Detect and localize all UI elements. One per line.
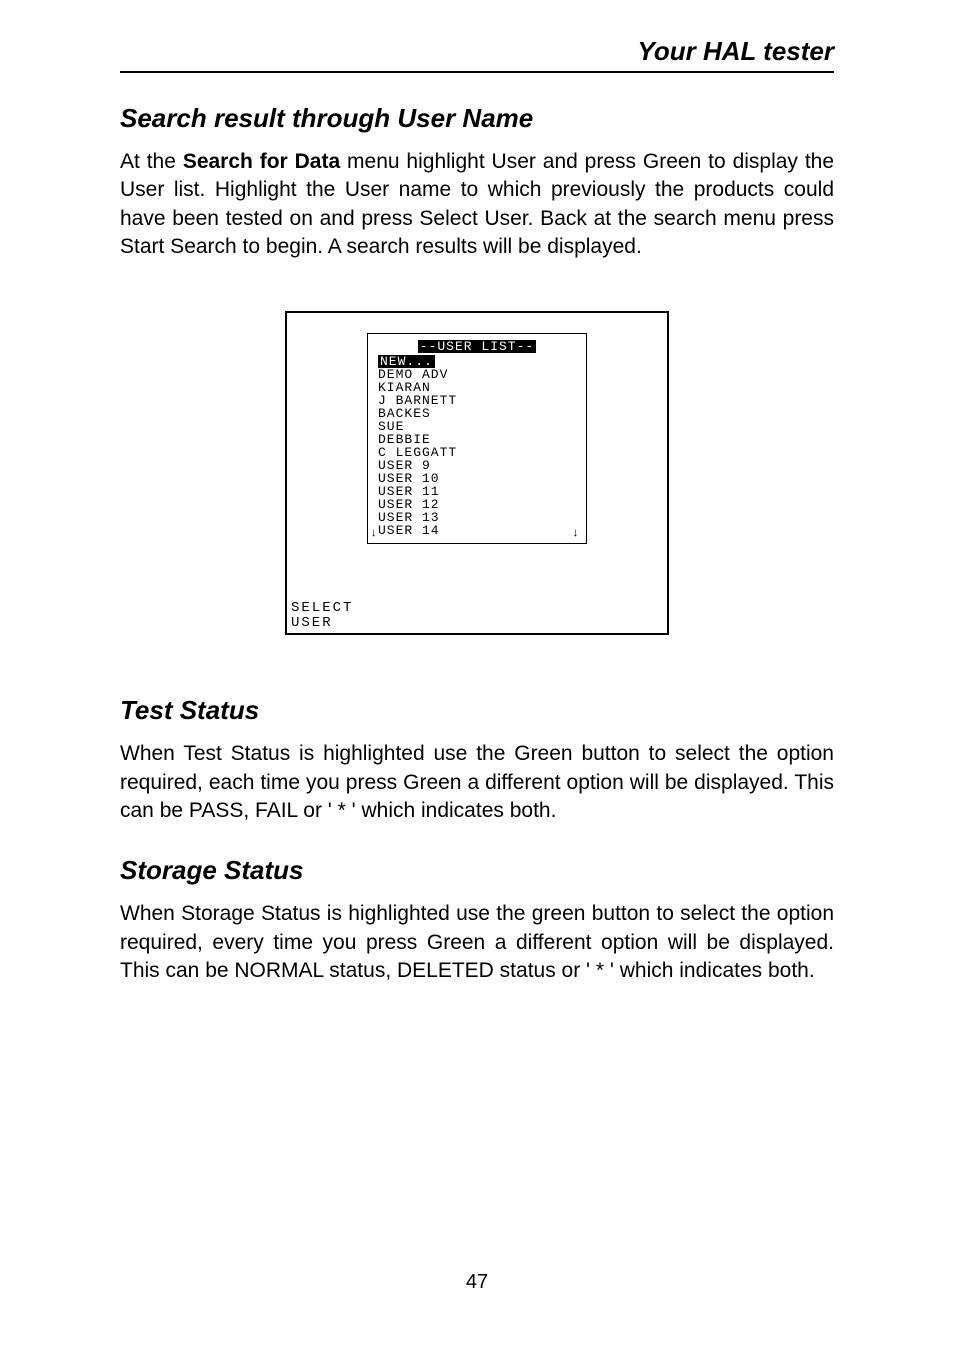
screen-figure: --USER LIST-- NEW... DEMO ADV KIARAN J B…: [120, 311, 834, 635]
screen-label-line2: USER: [291, 616, 353, 631]
section1-prefix: At the: [120, 150, 183, 173]
screen-label-line1: SELECT: [291, 601, 353, 616]
page-number: 47: [0, 1271, 954, 1294]
screen-item: BACKES: [378, 407, 576, 420]
page-header: Your HAL tester: [120, 36, 834, 73]
section2-body: When Test Status is highlighted use the …: [120, 740, 834, 825]
section1-bold: Search for Data: [183, 150, 340, 173]
section1-title: Search result through User Name: [120, 103, 834, 134]
screen-title-text: --USER LIST--: [418, 340, 536, 353]
screen-title: --USER LIST--: [378, 340, 576, 353]
arrow-down-left-icon: ↓: [370, 527, 378, 539]
section1-body: At the Search for Data menu highlight Us…: [120, 148, 834, 261]
section3-title: Storage Status: [120, 855, 834, 886]
screen-softkey-label: SELECT USER: [291, 601, 353, 634]
screen-item: USER 14: [378, 524, 576, 537]
section3-body: When Storage Status is highlighted use t…: [120, 900, 834, 985]
section2-title: Test Status: [120, 695, 834, 726]
screen-outer-border: --USER LIST-- NEW... DEMO ADV KIARAN J B…: [285, 311, 669, 635]
arrow-down-right-icon: ↓: [572, 527, 580, 539]
screen-inner: --USER LIST-- NEW... DEMO ADV KIARAN J B…: [367, 333, 587, 544]
